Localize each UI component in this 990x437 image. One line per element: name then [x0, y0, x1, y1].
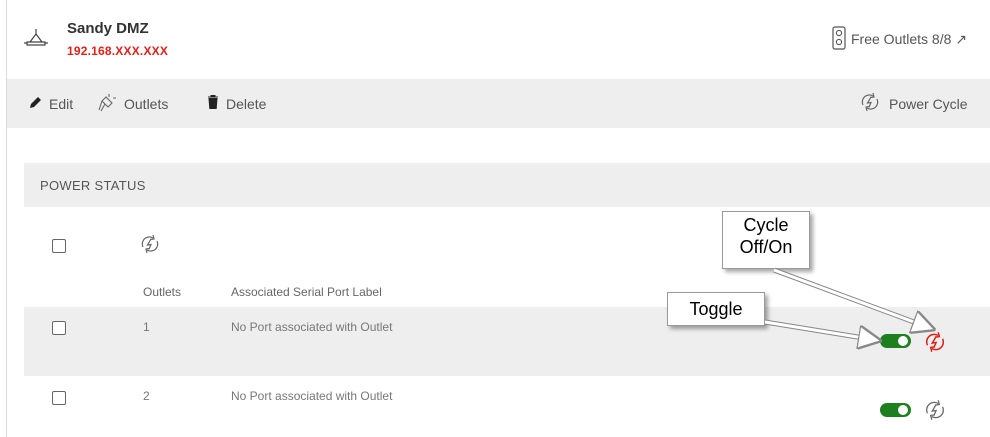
annotation-arrows — [764, 267, 990, 437]
cycle-arrow — [773, 268, 930, 328]
toggle-arrow — [764, 320, 876, 340]
